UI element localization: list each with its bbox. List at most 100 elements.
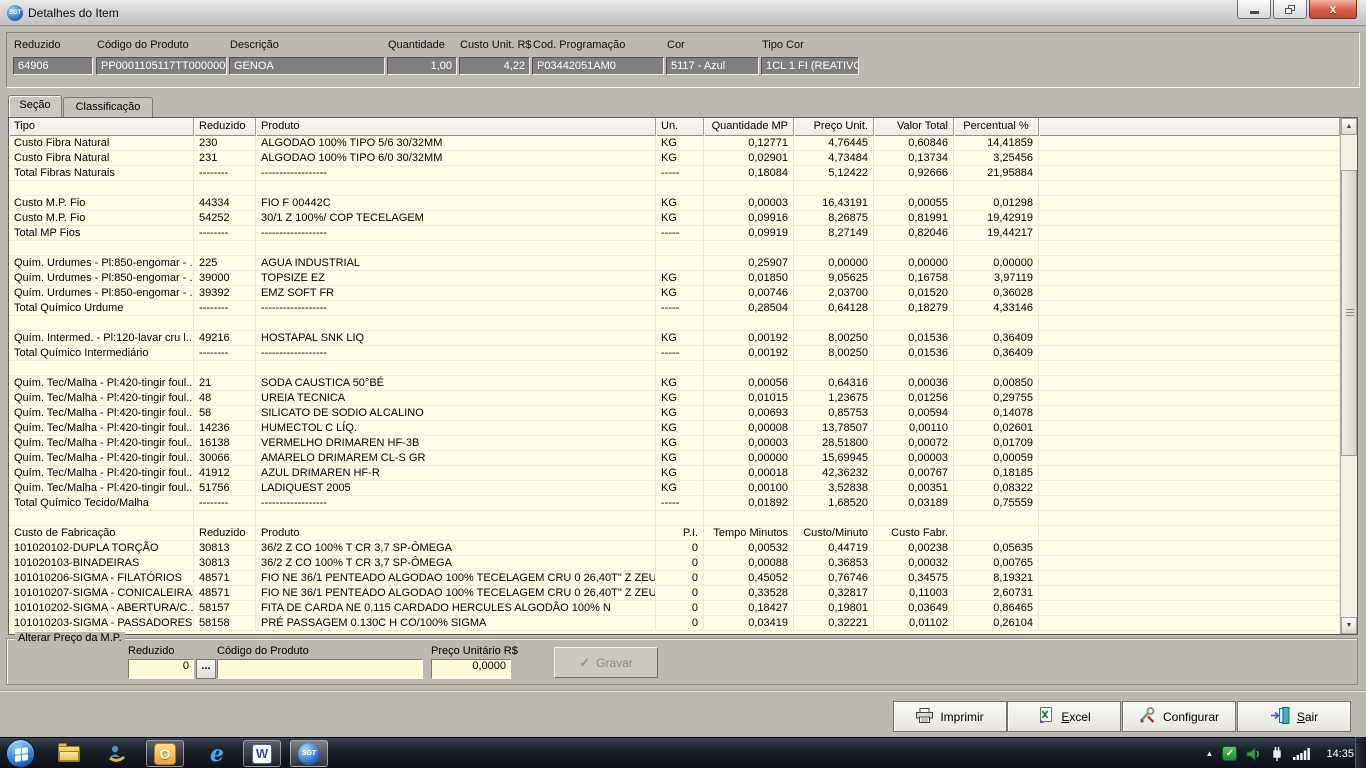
table-cell: ----- bbox=[656, 496, 704, 510]
scroll-up-button[interactable]: ▲ bbox=[1341, 118, 1357, 135]
section-header-row[interactable]: Custo de FabricaçãoReduzidoProdutoP.I.Te… bbox=[9, 526, 1340, 541]
table-cell: 0,81991 bbox=[874, 211, 954, 225]
scrollbar-thumb[interactable] bbox=[1341, 170, 1357, 456]
restore-button[interactable] bbox=[1273, 0, 1307, 19]
antivirus-icon[interactable]: ✓ bbox=[1222, 746, 1237, 761]
blank-row[interactable] bbox=[9, 511, 1340, 526]
browse-button[interactable]: ... bbox=[196, 659, 216, 679]
blank-row[interactable] bbox=[9, 316, 1340, 331]
table-cell: 15,69945 bbox=[794, 451, 874, 465]
column-header[interactable]: Produto bbox=[256, 118, 656, 136]
table-cell bbox=[954, 241, 1039, 255]
table-row[interactable]: Quím. Intermed. - Pl:120-lavar cru l...4… bbox=[9, 331, 1340, 346]
close-button[interactable]: x bbox=[1309, 0, 1357, 19]
blank-row[interactable] bbox=[9, 241, 1340, 256]
table-row[interactable]: Quím. Tec/Malha - Pl:420-tingir foul...4… bbox=[9, 466, 1340, 481]
sgt-app-icon[interactable]: SGT bbox=[290, 740, 328, 767]
codigo-produto-input[interactable] bbox=[217, 659, 423, 679]
sair-button[interactable]: Sair bbox=[1237, 701, 1351, 732]
table-cell: KG bbox=[656, 436, 704, 450]
column-header[interactable]: Reduzido bbox=[194, 118, 256, 136]
table-cell: Custo Fabr. bbox=[874, 526, 954, 540]
table-row[interactable]: Quím. Tec/Malha - Pl:420-tingir foul...5… bbox=[9, 481, 1340, 496]
outlook-icon[interactable]: O bbox=[146, 740, 184, 767]
table-row[interactable]: Quím. Tec/Malha - Pl:420-tingir foul...4… bbox=[9, 391, 1340, 406]
audio-icon[interactable] bbox=[1246, 747, 1261, 761]
explorer-icon[interactable] bbox=[52, 740, 86, 767]
table-row[interactable]: Quím. Urdumes - Pl:850-engomar - ...225A… bbox=[9, 256, 1340, 271]
table-cell: 8,00250 bbox=[794, 346, 874, 360]
table-row[interactable]: Quím. Urdumes - Pl:850-engomar - ...3939… bbox=[9, 286, 1340, 301]
column-header[interactable]: Un. bbox=[656, 118, 704, 136]
show-desktop-button[interactable] bbox=[1355, 737, 1366, 768]
column-header[interactable]: Preço Unit. bbox=[794, 118, 874, 136]
configurar-button[interactable]: Configurar bbox=[1122, 701, 1236, 732]
table-row[interactable]: 101010206-SIGMA - FILATÓRIOS48571FIO NE … bbox=[9, 571, 1340, 586]
start-button[interactable] bbox=[6, 739, 35, 768]
minimize-button[interactable] bbox=[1237, 0, 1271, 19]
column-header[interactable]: Valor Total bbox=[874, 118, 954, 136]
reduzido-input[interactable]: 0 bbox=[128, 659, 194, 679]
column-header[interactable]: Percentual % bbox=[954, 118, 1039, 136]
column-header[interactable]: Quantidade MP bbox=[704, 118, 794, 136]
table-row[interactable]: 101010203-SIGMA - PASSADORES58158PRÉ PAS… bbox=[9, 616, 1340, 631]
table-row[interactable]: Custo Fibra Natural231ALGODAO 100% TIPO … bbox=[9, 151, 1340, 166]
table-cell: 3,52838 bbox=[794, 481, 874, 495]
table-row[interactable]: 101020103-BINADEIRAS3081336/2 Z CO 100% … bbox=[9, 556, 1340, 571]
table-cell: 0,36409 bbox=[954, 331, 1039, 345]
table-row[interactable]: 101020102-DUPLA TORÇÃO3081336/2 Z CO 100… bbox=[9, 541, 1340, 556]
table-cell: 0,00192 bbox=[704, 331, 794, 345]
table-cell: Custo M.P. Fio bbox=[9, 196, 194, 210]
table-row[interactable]: Quím. Tec/Malha - Pl:420-tingir foul...2… bbox=[9, 376, 1340, 391]
table-cell: 2,60731 bbox=[954, 586, 1039, 600]
table-cell: 9,05625 bbox=[794, 271, 874, 285]
table-row[interactable]: 101010202-SIGMA - ABERTURA/C...58157FITA… bbox=[9, 601, 1340, 616]
table-row[interactable]: Custo M.P. Fio44334FIO F 00442CKG0,00003… bbox=[9, 196, 1340, 211]
excel-button[interactable]: Excel bbox=[1007, 701, 1121, 732]
table-cell bbox=[874, 511, 954, 525]
blank-row[interactable] bbox=[9, 181, 1340, 196]
table-cell bbox=[704, 181, 794, 195]
table-row[interactable]: Quím. Urdumes - Pl:850-engomar - ...3900… bbox=[9, 271, 1340, 286]
imprimir-button[interactable]: Imprimir bbox=[893, 701, 1007, 732]
table-row[interactable]: Custo M.P. Fio5425230/1 Z 100%/ COP TECE… bbox=[9, 211, 1340, 226]
table-cell bbox=[9, 241, 194, 255]
gravar-button[interactable]: ✓ Gravar bbox=[554, 647, 658, 678]
preco-unitario-input[interactable]: 0,0000 bbox=[431, 659, 511, 679]
table-row[interactable]: Quím. Tec/Malha - Pl:420-tingir foul...3… bbox=[9, 451, 1340, 466]
network-icon[interactable] bbox=[1293, 747, 1311, 760]
table-row[interactable]: Quím. Tec/Malha - Pl:420-tingir foul...1… bbox=[9, 421, 1340, 436]
tab-classificacao[interactable]: Classificação bbox=[63, 97, 153, 117]
table-cell: 58158 bbox=[194, 616, 256, 630]
scroll-down-button[interactable]: ▼ bbox=[1341, 617, 1357, 634]
blank-row[interactable] bbox=[9, 361, 1340, 376]
table-cell: 0,09916 bbox=[704, 211, 794, 225]
hidden-icons-arrow[interactable]: ▲ bbox=[1206, 749, 1214, 758]
total-row[interactable]: Total Químico Tecido/Malha--------------… bbox=[9, 496, 1340, 511]
table-cell: 0,01536 bbox=[874, 346, 954, 360]
table-cell: ----- bbox=[656, 301, 704, 315]
table-cell bbox=[704, 361, 794, 375]
table-row[interactable]: Quím. Tec/Malha - Pl:420-tingir foul...5… bbox=[9, 406, 1340, 421]
total-row[interactable]: Total Fibras Naturais-------------------… bbox=[9, 166, 1340, 181]
clock[interactable]: 14:35 bbox=[1326, 748, 1354, 760]
table-cell: 0,08322 bbox=[954, 481, 1039, 495]
total-row[interactable]: Total MP Fios---------------------------… bbox=[9, 226, 1340, 241]
power-icon[interactable] bbox=[1270, 746, 1284, 761]
word-icon[interactable]: W bbox=[243, 740, 281, 767]
ie-icon[interactable]: e bbox=[200, 740, 234, 767]
table-row[interactable]: 101010207-SIGMA - CONICALEIRAS48571FIO N… bbox=[9, 586, 1340, 601]
vertical-scrollbar[interactable]: ▲ ▼ bbox=[1340, 118, 1357, 634]
column-header[interactable]: Tipo bbox=[9, 118, 194, 136]
table-cell: Custo Fibra Natural bbox=[9, 136, 194, 150]
table-row[interactable]: Quím. Tec/Malha - Pl:420-tingir foul...1… bbox=[9, 436, 1340, 451]
header-field: Reduzido64906 bbox=[13, 57, 93, 75]
table-cell: 0,00767 bbox=[874, 466, 954, 480]
users-app-icon[interactable] bbox=[100, 740, 134, 767]
table-cell: 0 bbox=[656, 601, 704, 615]
total-row[interactable]: Total Químico Intermediário-------------… bbox=[9, 346, 1340, 361]
table-cell: Total Químico Intermediário bbox=[9, 346, 194, 360]
total-row[interactable]: Total Químico Urdume--------------------… bbox=[9, 301, 1340, 316]
table-row[interactable]: Custo Fibra Natural230ALGODAO 100% TIPO … bbox=[9, 136, 1340, 151]
tab-secao[interactable]: Seção bbox=[8, 95, 62, 117]
